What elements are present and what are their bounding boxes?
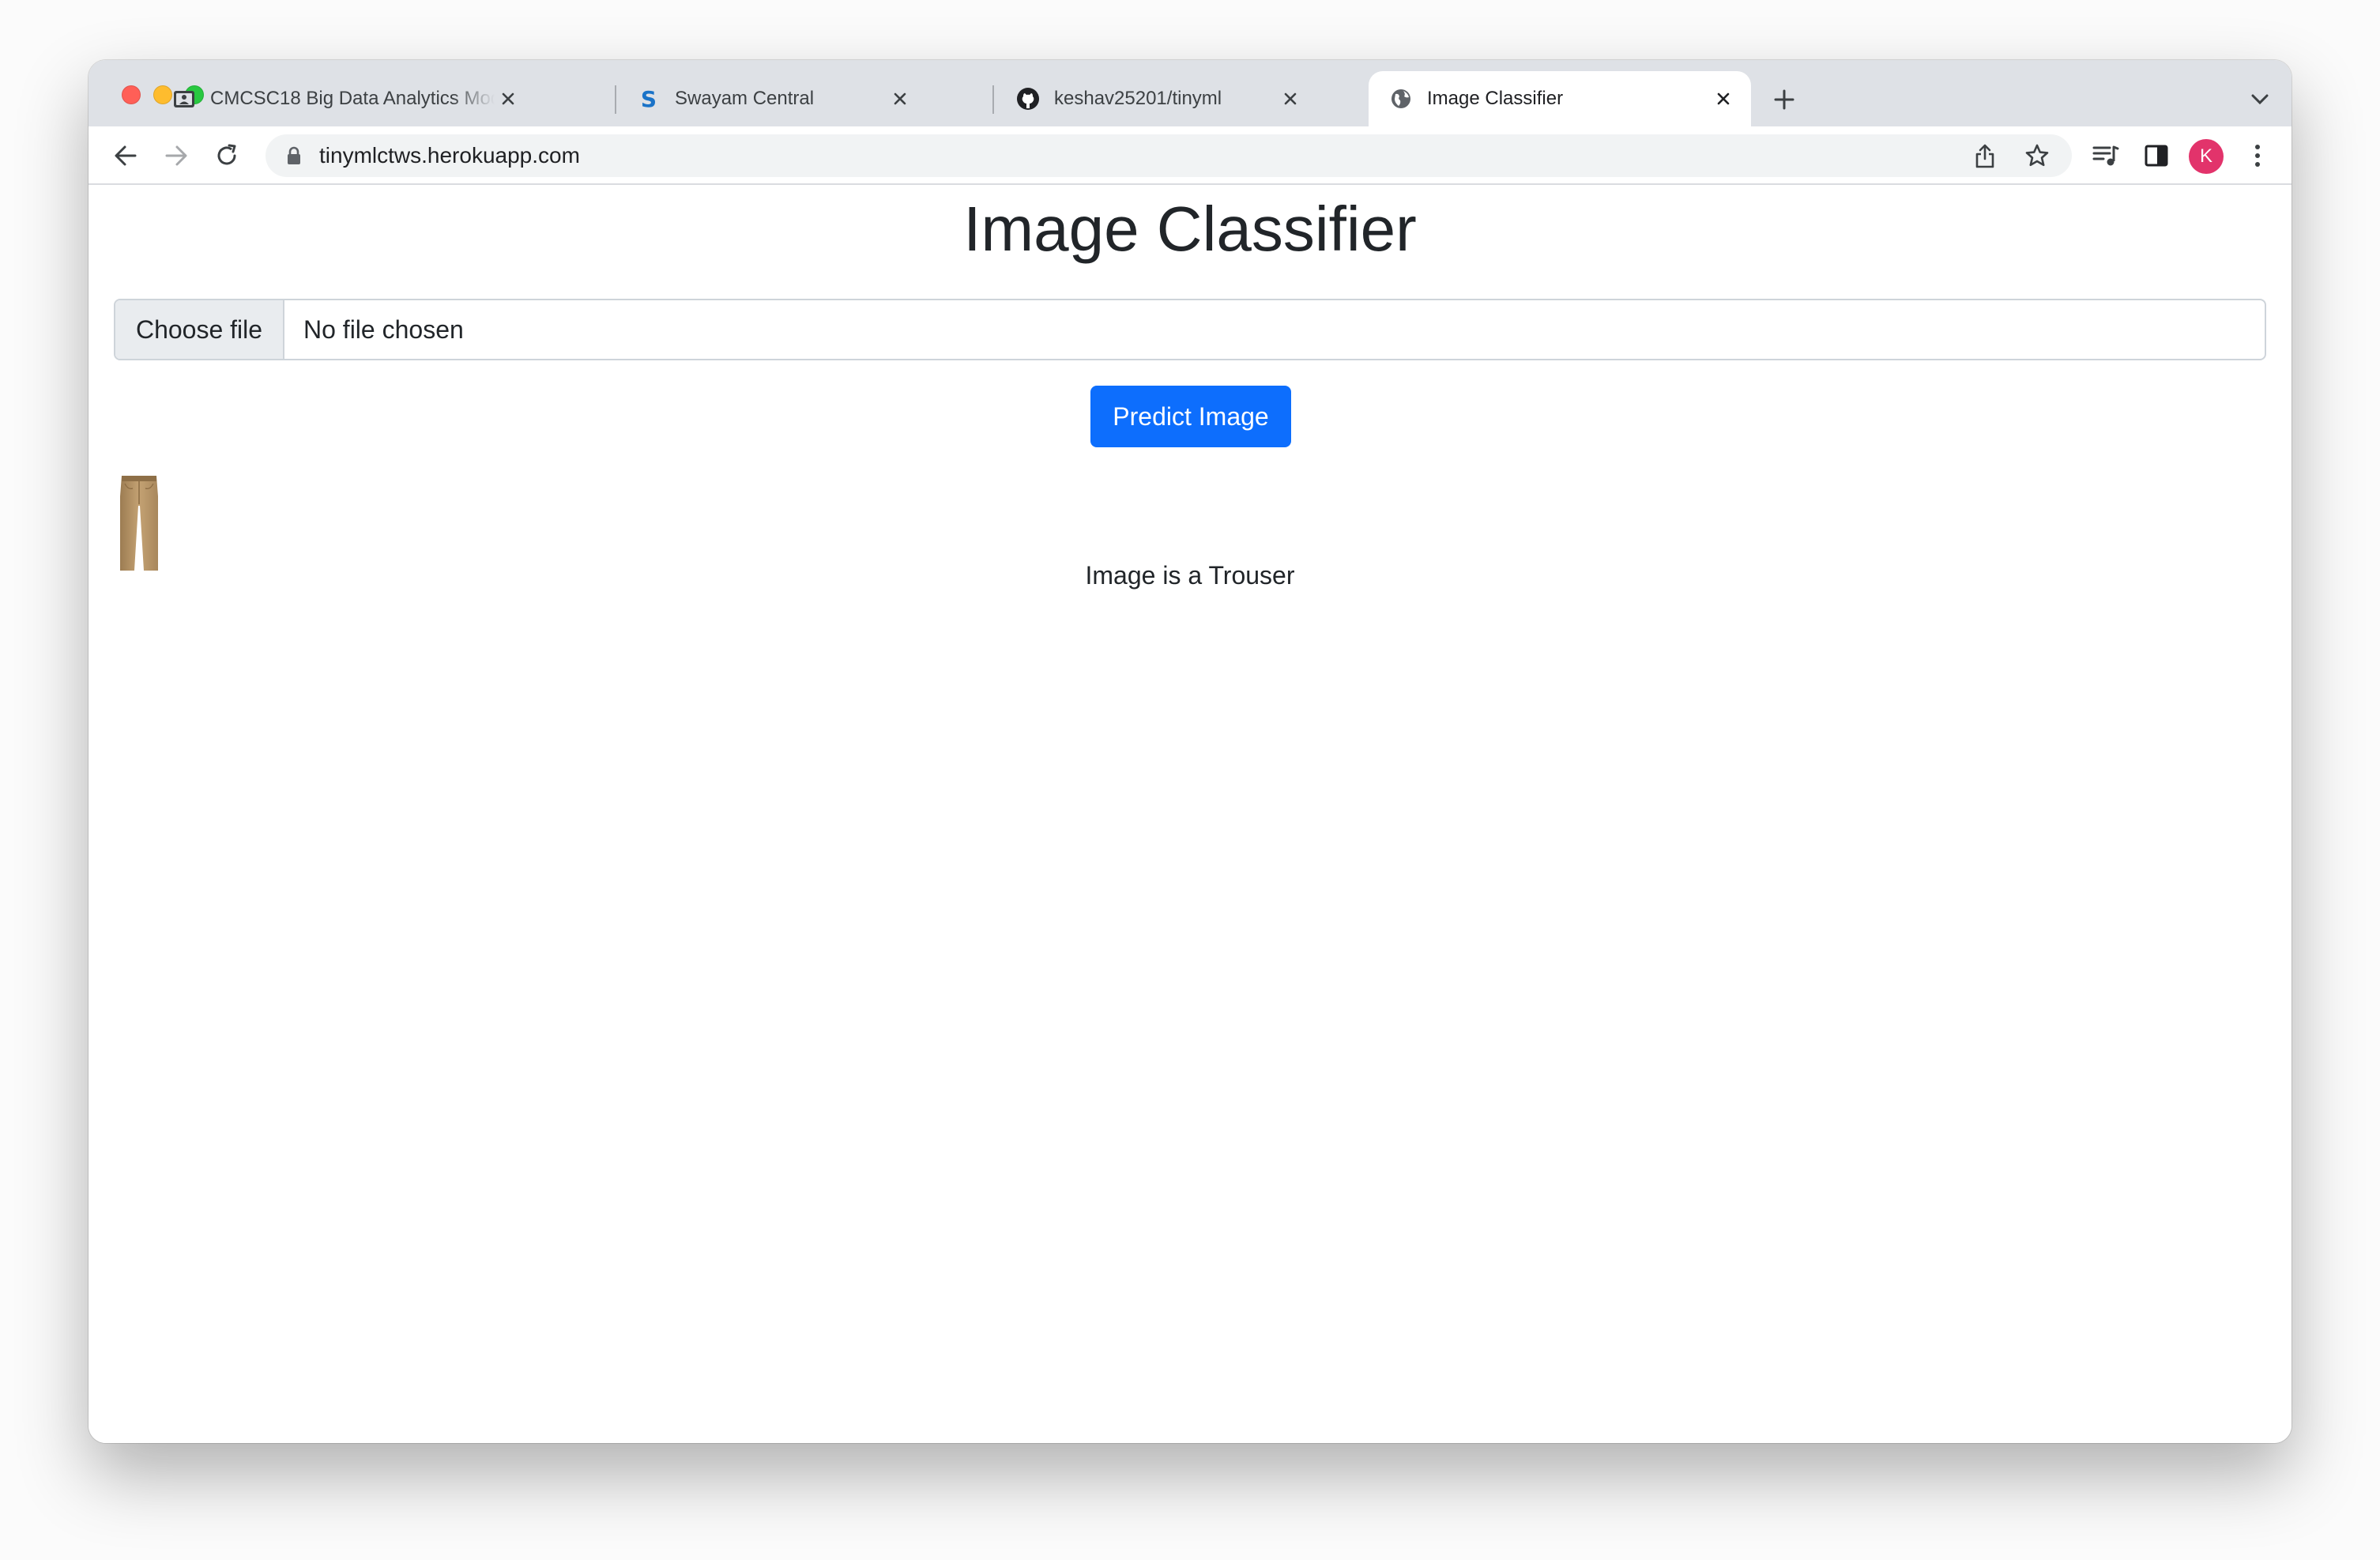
tab-search-button[interactable] bbox=[2246, 85, 2274, 114]
desktop-background: CMCSC18 Big Data Analytics Module S Sway… bbox=[0, 0, 2380, 1560]
tab-title: keshav25201/tinyml bbox=[1054, 88, 1222, 109]
page-title: Image Classifier bbox=[963, 194, 1417, 264]
globe-icon bbox=[1389, 87, 1413, 111]
bookmark-star-icon[interactable] bbox=[2020, 138, 2054, 173]
browser-window: CMCSC18 Big Data Analytics Module S Sway… bbox=[88, 60, 2292, 1443]
svg-text:S: S bbox=[641, 87, 657, 111]
tab-title: Swayam Central bbox=[675, 88, 815, 109]
url-text[interactable]: tinymlctws.herokuapp.com bbox=[319, 143, 1968, 168]
tab-strip: CMCSC18 Big Data Analytics Module S Sway… bbox=[88, 60, 2292, 126]
close-icon[interactable] bbox=[1277, 85, 1304, 112]
classroom-icon bbox=[172, 87, 196, 111]
tab-github-tinyml[interactable]: keshav25201/tinyml bbox=[996, 71, 1318, 126]
arrow-right-icon bbox=[165, 145, 187, 166]
swayam-icon: S bbox=[637, 87, 661, 111]
share-icon[interactable] bbox=[1968, 138, 2002, 173]
address-bar[interactable]: tinymlctws.herokuapp.com bbox=[265, 134, 2072, 177]
tab-separator bbox=[992, 85, 994, 114]
tab-image-classifier[interactable]: Image Classifier bbox=[1369, 71, 1751, 126]
file-status-text: No file chosen bbox=[303, 315, 464, 344]
trouser-image bbox=[117, 473, 161, 572]
arrow-left-icon bbox=[115, 145, 137, 166]
tab-title: Image Classifier bbox=[1427, 88, 1564, 109]
close-window-button[interactable] bbox=[122, 85, 141, 104]
tab-cmcsc18[interactable]: CMCSC18 Big Data Analytics Module bbox=[152, 71, 536, 126]
queue-music-icon bbox=[2092, 145, 2119, 166]
file-input[interactable]: Choose file No file chosen bbox=[114, 299, 2266, 360]
github-icon bbox=[1016, 87, 1040, 111]
side-panel-button[interactable] bbox=[2140, 139, 2173, 172]
predict-image-button[interactable]: Predict Image bbox=[1090, 386, 1291, 447]
tab-swayam-central[interactable]: S Swayam Central bbox=[616, 71, 928, 126]
tab-title: CMCSC18 Big Data Analytics Module bbox=[210, 88, 495, 109]
profile-avatar[interactable]: K bbox=[2189, 139, 2224, 174]
page-content: Image Classifier Choose file No file cho… bbox=[88, 187, 2292, 1443]
menu-button[interactable] bbox=[2241, 139, 2274, 172]
close-icon[interactable] bbox=[887, 85, 913, 112]
new-tab-button[interactable] bbox=[1768, 84, 1800, 115]
close-icon[interactable] bbox=[1710, 85, 1737, 112]
back-button[interactable] bbox=[109, 139, 142, 172]
chevron-down-icon bbox=[2251, 94, 2269, 105]
lock-icon[interactable] bbox=[284, 145, 303, 167]
close-icon[interactable] bbox=[495, 85, 522, 112]
media-controls-button[interactable] bbox=[2089, 139, 2122, 172]
choose-file-button[interactable]: Choose file bbox=[115, 300, 284, 359]
prediction-result: Image is a Trouser bbox=[1085, 561, 1295, 590]
plus-icon bbox=[1774, 89, 1794, 110]
forward-button[interactable] bbox=[160, 139, 193, 172]
reload-icon bbox=[217, 144, 236, 165]
more-vertical-icon bbox=[2255, 145, 2260, 167]
browser-toolbar: tinymlctws.herokuapp.com K bbox=[88, 126, 2292, 185]
side-panel-icon bbox=[2145, 145, 2168, 167]
reload-button[interactable] bbox=[210, 139, 243, 172]
